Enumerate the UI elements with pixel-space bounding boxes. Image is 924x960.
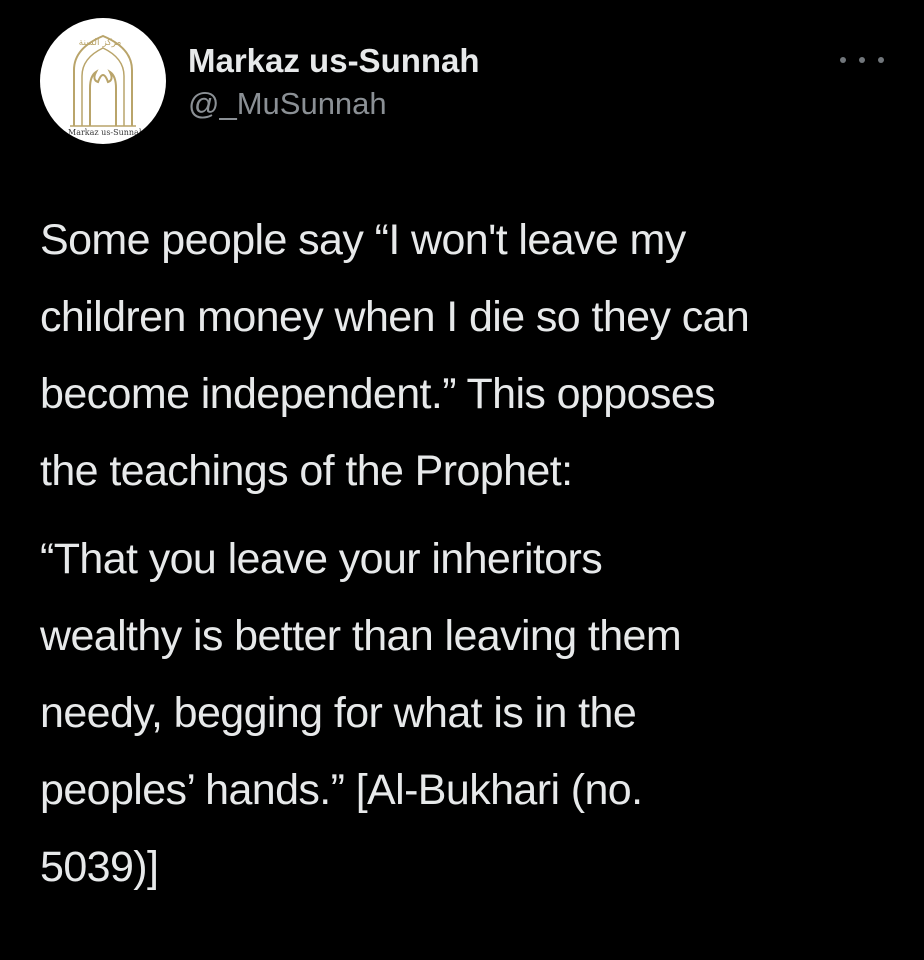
more-dot	[840, 57, 846, 63]
tweet-text-line: the teachings of the Prophet:	[40, 447, 573, 495]
tweet-text-line: peoples’ hands.” [Al-Bukhari (no.	[40, 766, 643, 814]
tweet-card: مركز السنة Markaz us-Sunnah Markaz us-Su…	[0, 0, 924, 960]
author-display-name[interactable]: Markaz us-Sunnah	[188, 42, 480, 80]
more-options-icon[interactable]	[840, 48, 884, 72]
tweet-text-line: Some people say “I won't leave my	[40, 216, 686, 264]
tweet-text-line: “That you leave your inheritors	[40, 535, 603, 583]
tweet-text-line: 5039)]	[40, 843, 159, 891]
markaz-logo-icon	[70, 34, 136, 127]
tweet-text-line: become independent.” This opposes	[40, 370, 716, 418]
logo-caption: Markaz us-Sunnah	[68, 128, 144, 137]
more-dot	[878, 57, 884, 63]
author-handle[interactable]: @_MuSunnah	[188, 86, 387, 122]
tweet-text-line: children money when I die so they can	[40, 293, 750, 341]
tweet-paragraph: “That you leave your inheritors wealthy …	[40, 521, 900, 906]
avatar[interactable]: مركز السنة Markaz us-Sunnah	[40, 18, 166, 144]
logo-arabic-text: مركز السنة	[78, 38, 122, 48]
more-dot	[859, 57, 865, 63]
tweet-text-line: needy, begging for what is in the	[40, 689, 637, 737]
tweet-text: Some people say “I won't leave my childr…	[40, 202, 900, 906]
tweet-text-line: wealthy is better than leaving them	[40, 612, 682, 660]
tweet-paragraph: Some people say “I won't leave my childr…	[40, 202, 900, 510]
